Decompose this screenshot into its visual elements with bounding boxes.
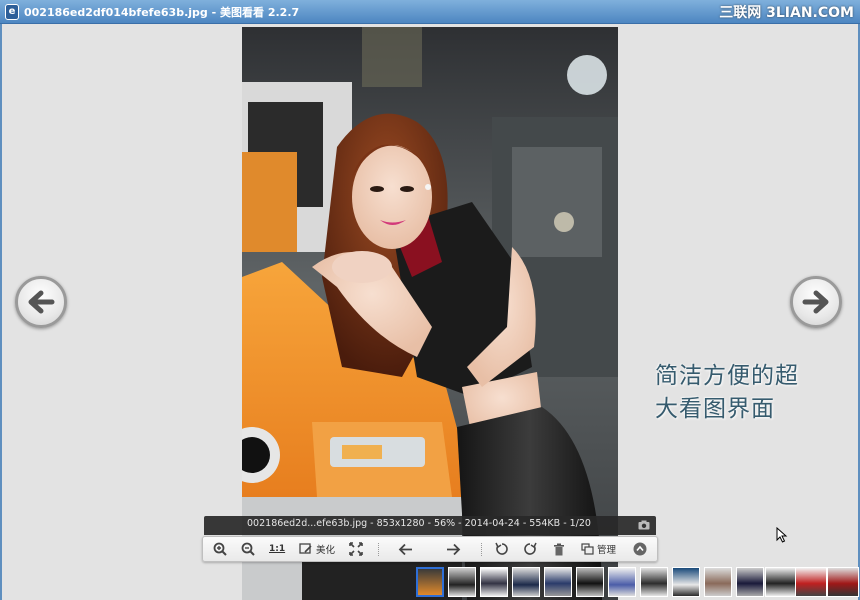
manage-button[interactable]: 管理 [581, 540, 616, 558]
manage-icon [581, 543, 594, 555]
thumbnail[interactable] [640, 567, 668, 597]
rotate-left-button[interactable] [495, 540, 509, 558]
beautify-label: 美化 [316, 545, 336, 556]
thumbnail[interactable] [512, 567, 540, 597]
zoom-out-button[interactable] [241, 540, 255, 558]
viewer-toolbar: 1:1 美化 管理 [202, 536, 658, 562]
image-info-text: 002186ed2d...efe63b.jpg - 853x1280 - 56%… [247, 518, 591, 529]
prev-image-button[interactable] [15, 276, 67, 328]
rotate-right-button[interactable] [523, 540, 537, 558]
trash-icon [554, 543, 564, 555]
toolbar-prev-button[interactable] [398, 540, 413, 558]
promo-line-2: 大看图界面 [655, 396, 775, 422]
title-bar: e 002186ed2df014bfefe63b.jpg - 美图看看 2.2.… [0, 0, 860, 24]
rotate-ccw-icon [495, 542, 508, 555]
thumbnail[interactable] [736, 567, 764, 597]
arrow-right-icon [447, 543, 461, 555]
actual-size-button[interactable]: 1:1 [269, 540, 285, 558]
beautify-button[interactable]: 美化 [299, 540, 335, 558]
app-icon: e [5, 4, 19, 20]
arrow-right-circle-icon [802, 290, 829, 314]
chevron-up-icon [633, 542, 647, 556]
thumbnail[interactable] [416, 567, 444, 597]
toolbar-next-button[interactable] [446, 540, 461, 558]
thumbnail[interactable] [765, 567, 797, 597]
arrow-left-icon [398, 543, 412, 555]
thumbnail[interactable] [795, 567, 827, 597]
thumbnail[interactable] [704, 567, 732, 597]
beautify-icon [299, 542, 312, 554]
thumbnail[interactable] [576, 567, 604, 597]
window-title: 002186ed2df014bfefe63b.jpg - 美图看看 2.2.7 [24, 6, 300, 19]
image-info-bar: 002186ed2d...efe63b.jpg - 853x1280 - 56%… [204, 516, 656, 535]
mouse-cursor-icon [776, 527, 788, 543]
next-image-button[interactable] [790, 276, 842, 328]
collapse-button[interactable] [633, 540, 647, 558]
window-frame-left [0, 24, 2, 600]
toolbar-separator [378, 543, 380, 556]
thumbnail[interactable] [608, 567, 636, 597]
thumbnail[interactable] [672, 567, 700, 597]
zoom-in-icon [213, 542, 227, 556]
watermark: 三联网 3LIAN.COM [719, 5, 854, 21]
fullscreen-button[interactable] [349, 540, 363, 558]
delete-button[interactable] [553, 540, 565, 558]
thumbnail[interactable] [480, 567, 508, 597]
thumbnail[interactable] [827, 567, 859, 597]
expand-icon [349, 542, 363, 556]
zoom-in-button[interactable] [213, 540, 227, 558]
arrow-left-circle-icon [28, 290, 55, 314]
toolbar-separator [481, 543, 483, 556]
thumbnail[interactable] [448, 567, 476, 597]
promo-caption: 简洁方便的超 大看图界面 [655, 360, 835, 426]
thumbnail-strip [415, 565, 860, 600]
rotate-cw-icon [524, 542, 537, 555]
manage-label: 管理 [597, 545, 617, 556]
thumbnail[interactable] [544, 567, 572, 597]
main-photo[interactable] [242, 27, 618, 600]
promo-line-1: 简洁方便的超 [655, 363, 799, 389]
camera-icon[interactable] [638, 520, 650, 530]
zoom-out-icon [241, 542, 255, 556]
